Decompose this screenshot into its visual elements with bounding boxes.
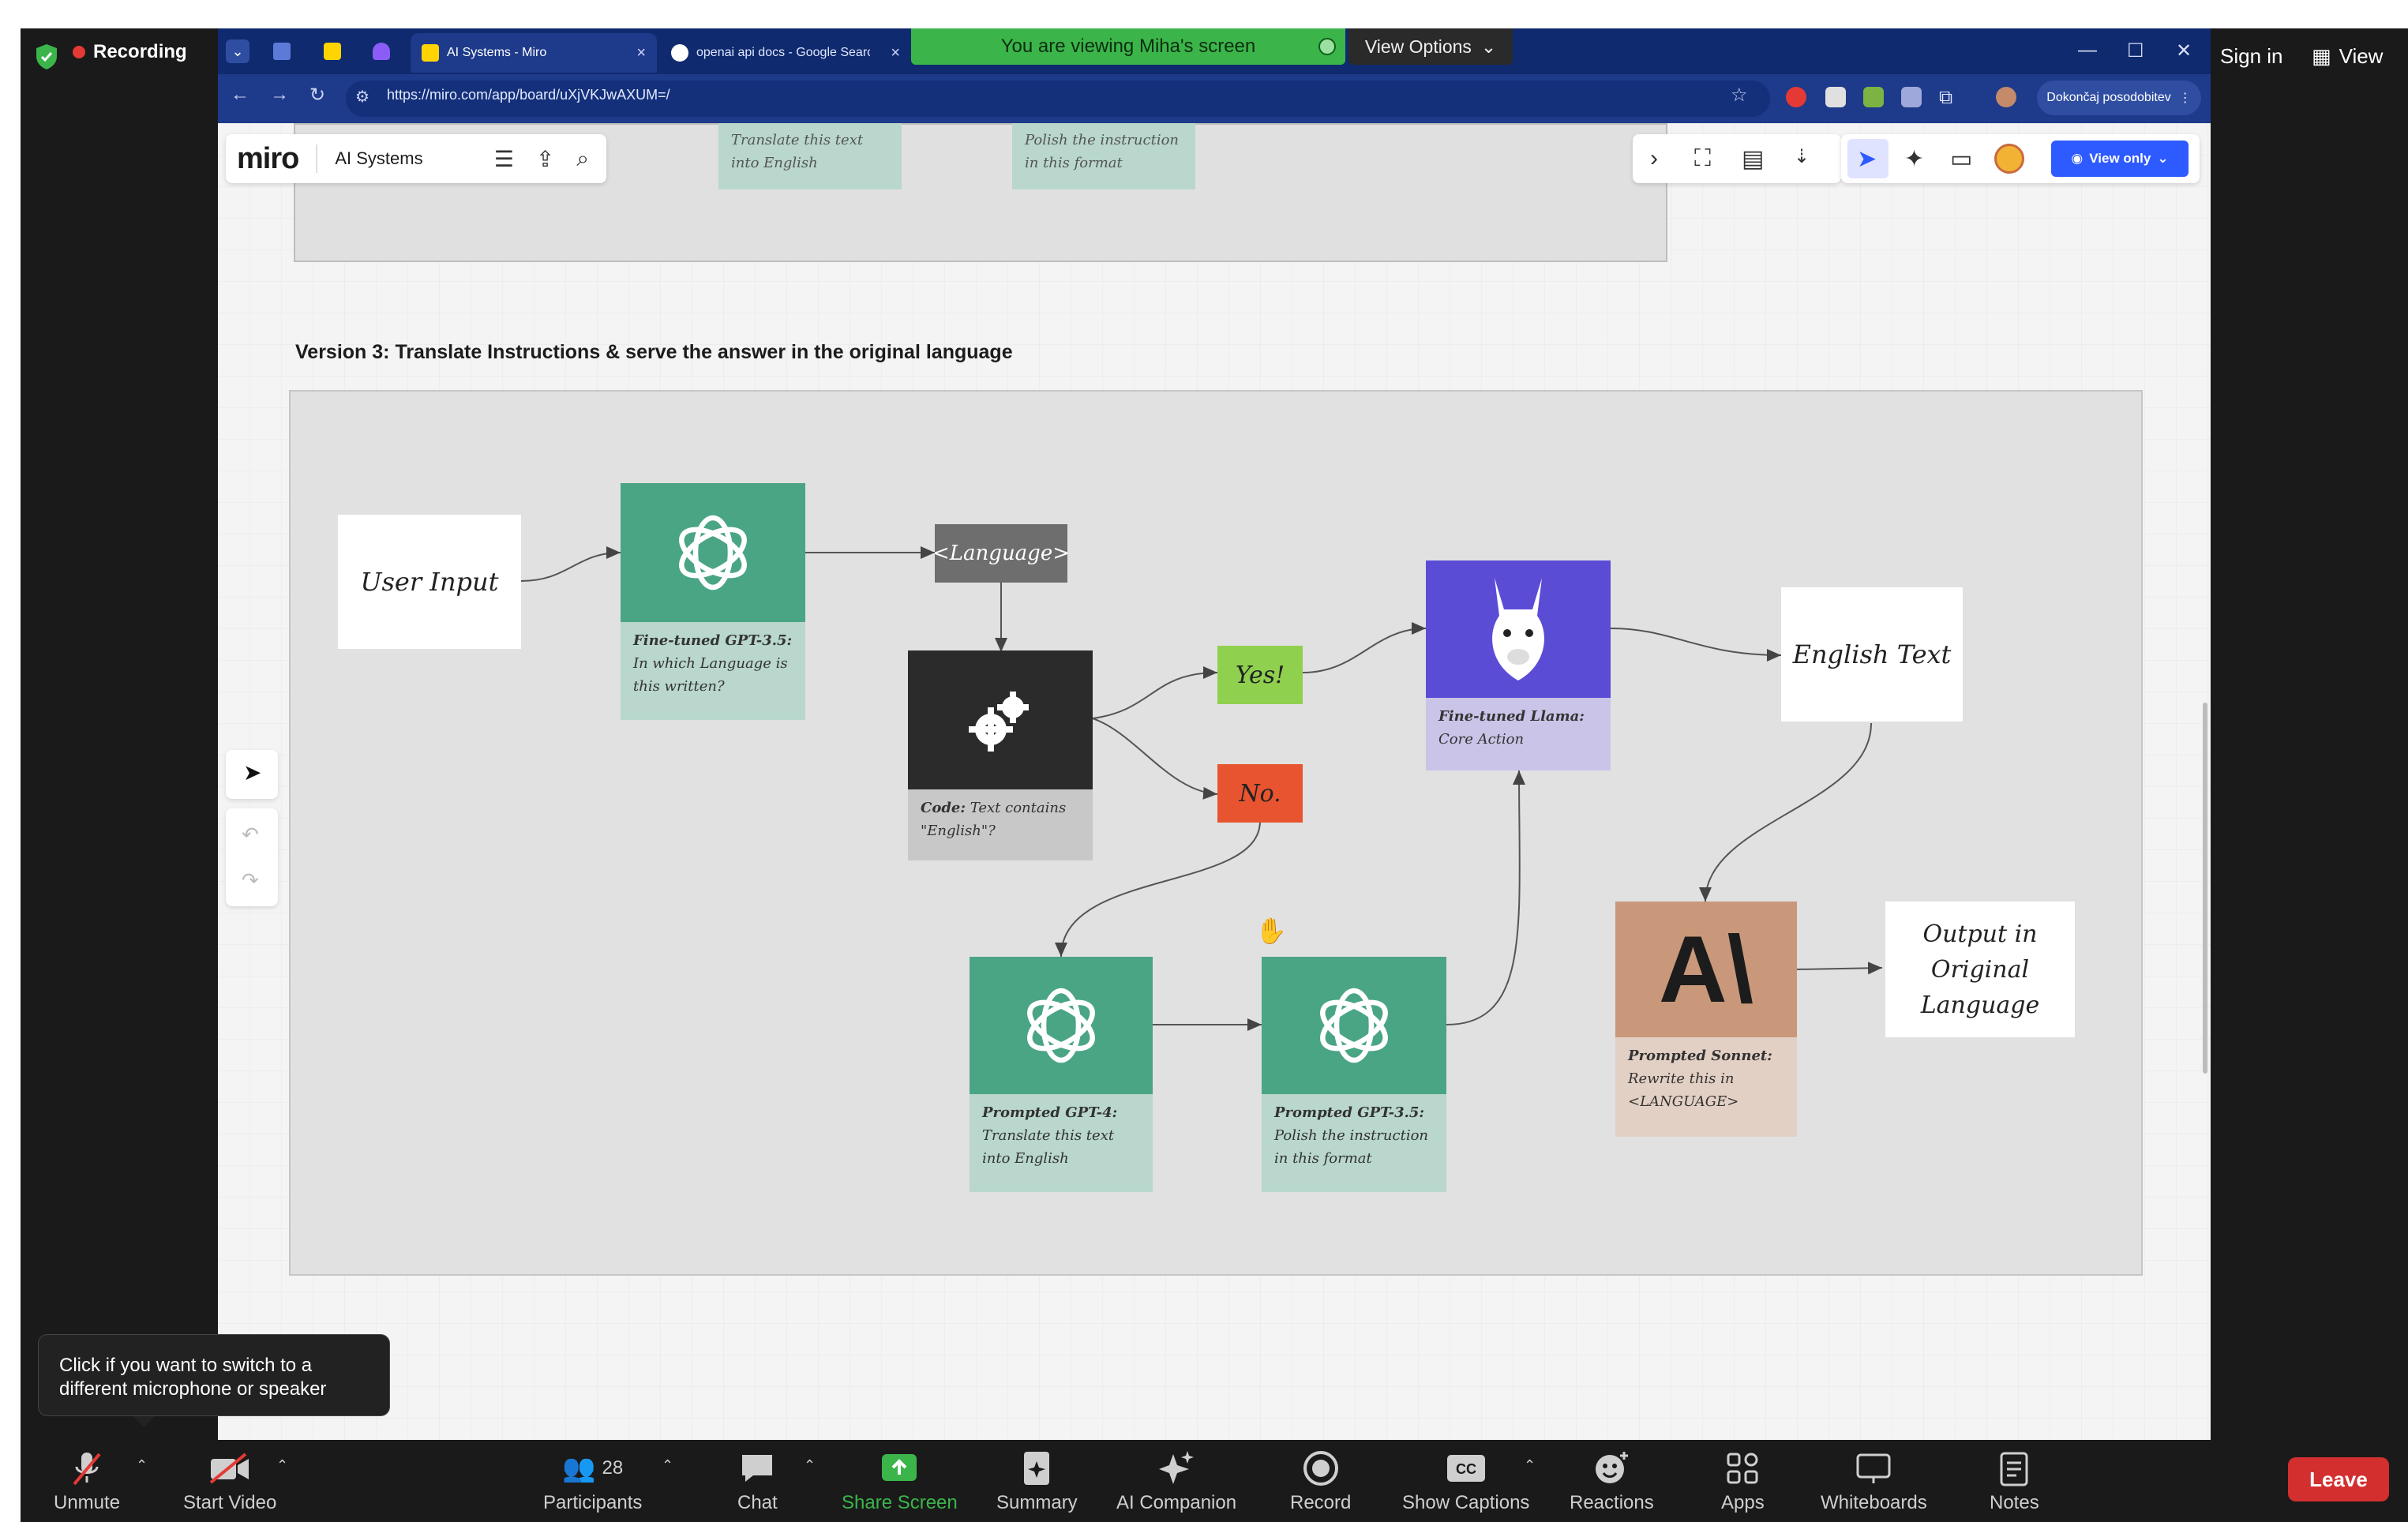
caption-title: Code: <box>921 800 966 816</box>
toolbar-label: Unmute <box>54 1492 121 1513</box>
chat-caret-icon[interactable]: ⌃ <box>804 1457 816 1474</box>
toolbar-label: Record <box>1290 1492 1352 1513</box>
gpt35-node[interactable] <box>621 483 805 622</box>
ai-companion-button[interactable]: AI Companion <box>1116 1449 1236 1514</box>
language-node[interactable]: <Language> <box>932 524 1070 583</box>
sparkle-icon <box>1157 1449 1195 1487</box>
video-off-icon <box>208 1449 252 1487</box>
audio-tooltip: Click if you want to switch to a differe… <box>38 1334 390 1416</box>
toolbar-label: Whiteboards <box>1821 1492 1927 1513</box>
hand-cursor-icon: ✋ <box>1255 917 1287 945</box>
participants-button[interactable]: 👥 28 Participants <box>543 1449 642 1514</box>
toolbar-label: Notes <box>1990 1492 2039 1513</box>
no-node[interactable]: No. <box>1217 764 1303 823</box>
anthropic-logo-icon[interactable]: A\ <box>1615 902 1797 1037</box>
caption-title: Fine-tuned GPT-3.5: <box>633 632 793 649</box>
user-input-node[interactable]: User Input <box>338 515 521 649</box>
toolbar-label: Share Screen <box>842 1492 958 1513</box>
toolbar-label: AI Companion <box>1116 1492 1237 1513</box>
openai-logo-icon <box>1320 988 1388 1063</box>
apps-icon <box>1725 1449 1760 1487</box>
caption-title: Prompted GPT-4: <box>982 1104 1118 1121</box>
toolbar-label: Participants <box>543 1492 643 1513</box>
toolbar-label: Apps <box>1721 1492 1765 1513</box>
participants-icon: 👥 <box>562 1453 596 1483</box>
audio-options-caret-icon[interactable]: ⌃ <box>136 1457 148 1474</box>
gpt4-node[interactable] <box>970 957 1153 1094</box>
toolbar-label: Summary <box>996 1492 1078 1513</box>
code-node[interactable] <box>908 650 1093 789</box>
gpt35b-caption: Prompted GPT-3.5: Polish the instruction … <box>1262 1094 1446 1192</box>
cc-icon: CC <box>1446 1449 1487 1487</box>
unmute-button[interactable]: Unmute <box>54 1449 120 1514</box>
llama-icon <box>1492 578 1544 680</box>
connector-lines <box>520 546 1883 1031</box>
code-caption: Code: Text contains "English"? <box>908 789 1093 860</box>
reactions-icon <box>1592 1449 1630 1487</box>
gears-icon <box>969 692 1029 752</box>
english-text-node[interactable]: English Text <box>1781 587 1963 722</box>
openai-logo-icon <box>1027 988 1095 1063</box>
participant-count: 28 <box>602 1457 624 1479</box>
summary-icon <box>1021 1449 1052 1487</box>
sonnet-caption: Prompted Sonnet: Rewrite this in <LANGUAG… <box>1615 1037 1797 1137</box>
whiteboards-button[interactable]: Whiteboards <box>1821 1449 1927 1514</box>
show-captions-button[interactable]: CC Show Captions <box>1402 1449 1529 1514</box>
toolbar-label: Reactions <box>1570 1492 1654 1513</box>
gpt35-caption: Fine-tuned GPT-3.5: In which Language is … <box>621 622 805 720</box>
caption-body: Polish the instruction in this format <box>1274 1127 1429 1167</box>
output-node[interactable]: Output in Original Language <box>1885 902 2075 1037</box>
caption-body: Rewrite this in <LANGUAGE> <box>1628 1070 1739 1110</box>
caption-body: Core Action <box>1438 730 1525 748</box>
toolbar-label: Start Video <box>183 1492 277 1513</box>
caption-body: Translate this text into English <box>982 1127 1115 1167</box>
captions-caret-icon[interactable]: ⌃ <box>1524 1457 1536 1474</box>
canvas-scrollbar[interactable] <box>2203 703 2207 1074</box>
reactions-button[interactable]: Reactions <box>1570 1449 1654 1514</box>
openai-logo-icon <box>679 515 747 590</box>
svg-text:CC: CC <box>1456 1461 1476 1477</box>
llama-caption: Fine-tuned Llama: Core Action <box>1426 698 1611 770</box>
chat-button[interactable]: Chat <box>737 1449 778 1514</box>
toolbar-label: Show Captions <box>1402 1492 1530 1513</box>
record-icon <box>1303 1449 1339 1487</box>
mic-muted-icon <box>69 1449 104 1487</box>
start-video-button[interactable]: Start Video <box>183 1449 276 1514</box>
participants-caret-icon[interactable]: ⌃ <box>662 1457 673 1474</box>
yes-node[interactable]: Yes! <box>1217 646 1303 704</box>
gpt4-caption: Prompted GPT-4: Translate this text into … <box>970 1094 1153 1192</box>
share-screen-button[interactable]: Share Screen <box>842 1449 958 1514</box>
leave-button[interactable]: Leave <box>2288 1457 2389 1501</box>
chat-icon <box>739 1449 775 1487</box>
record-button[interactable]: Record <box>1290 1449 1351 1514</box>
tooltip-arrow <box>133 1416 155 1427</box>
caption-body: In which Language is this written? <box>633 654 788 695</box>
gpt35b-node[interactable] <box>1262 957 1446 1094</box>
caption-title: Prompted GPT-3.5: <box>1274 1104 1425 1121</box>
caption-title: Fine-tuned Llama: <box>1438 708 1585 725</box>
caption-title: Prompted Sonnet: <box>1628 1048 1772 1064</box>
notes-button[interactable]: Notes <box>1990 1449 2039 1514</box>
toolbar-label: Chat <box>737 1492 778 1513</box>
apps-button[interactable]: Apps <box>1721 1449 1765 1514</box>
notes-icon <box>1998 1449 2030 1487</box>
summary-button[interactable]: Summary <box>996 1449 1078 1514</box>
share-screen-icon <box>880 1449 918 1487</box>
llama-node[interactable] <box>1426 560 1611 698</box>
video-options-caret-icon[interactable]: ⌃ <box>276 1457 288 1474</box>
whiteboard-icon <box>1855 1449 1892 1487</box>
